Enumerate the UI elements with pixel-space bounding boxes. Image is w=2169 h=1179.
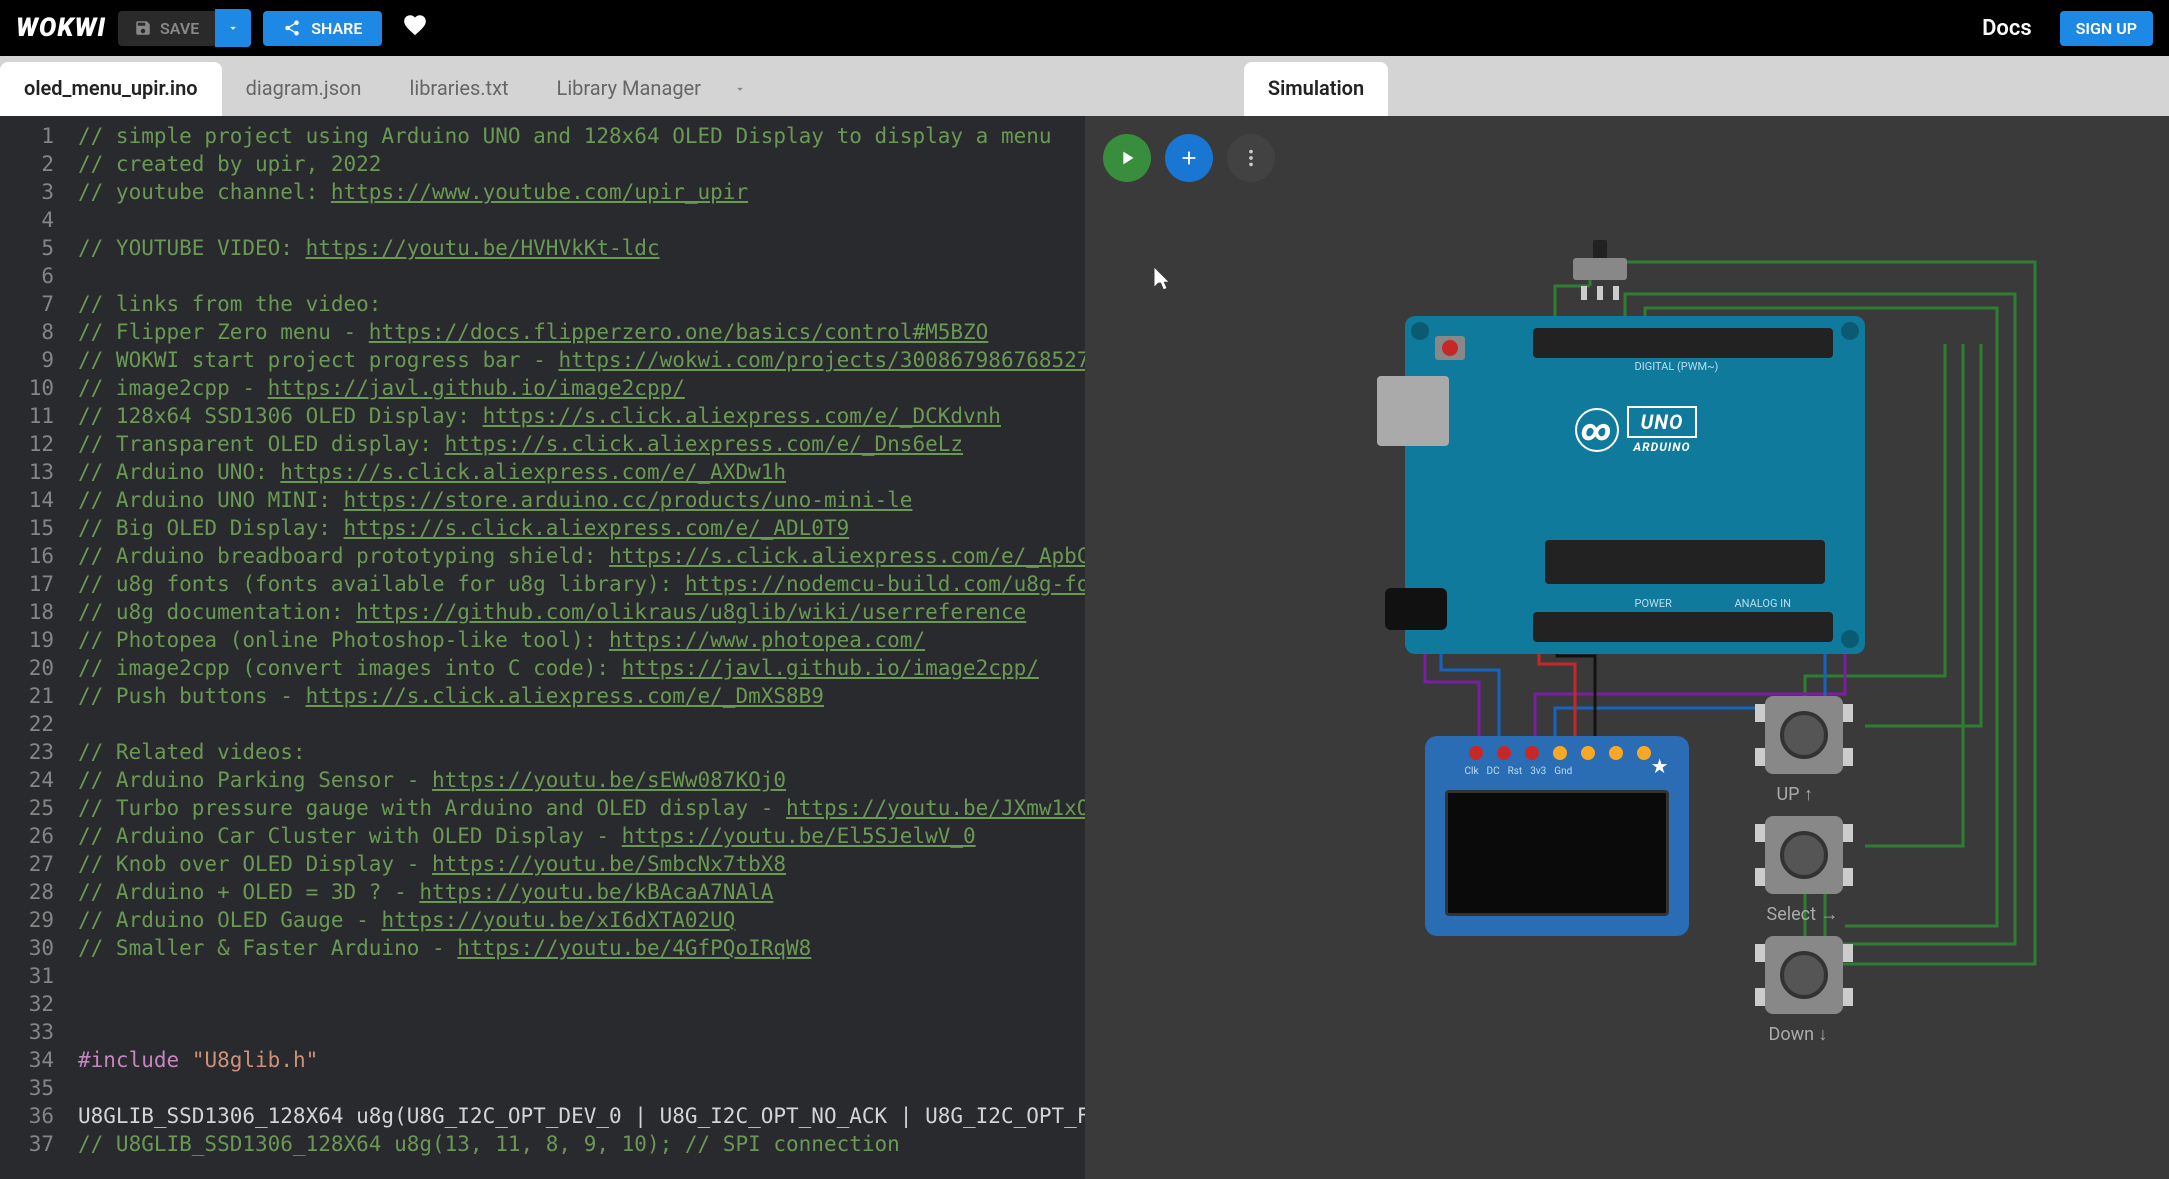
tab-library-manager[interactable]: Library Manager bbox=[533, 62, 725, 116]
arduino-uno-board[interactable]: DIGITAL (PWM~) UNO ARDUINO POWER ANALOG … bbox=[1405, 316, 1865, 654]
atmega-chip bbox=[1545, 540, 1825, 584]
button-up[interactable] bbox=[1765, 696, 1843, 774]
star-icon: ★ bbox=[1651, 754, 1669, 778]
run-button[interactable] bbox=[1103, 134, 1151, 182]
signup-button[interactable]: SIGN UP bbox=[2060, 11, 2153, 46]
like-button[interactable] bbox=[402, 12, 428, 45]
power-analog-header[interactable] bbox=[1533, 612, 1833, 642]
button-down[interactable] bbox=[1765, 936, 1843, 1014]
digital-header[interactable] bbox=[1533, 328, 1833, 358]
sim-controls bbox=[1103, 134, 1275, 182]
button-up-label: UP ↑ bbox=[1777, 784, 1814, 805]
usb-port bbox=[1377, 376, 1449, 446]
play-icon bbox=[1116, 147, 1138, 169]
add-part-button[interactable] bbox=[1165, 134, 1213, 182]
oled-screen bbox=[1445, 790, 1669, 916]
more-button[interactable] bbox=[1227, 134, 1275, 182]
save-icon bbox=[134, 19, 152, 37]
share-label: SHARE bbox=[311, 19, 362, 38]
more-vert-icon bbox=[1240, 147, 1262, 169]
main-area: 1234567891011121314151617181920212223242… bbox=[0, 116, 2169, 1179]
plus-icon bbox=[1178, 147, 1200, 169]
power-jack bbox=[1385, 588, 1447, 630]
tab-libraries[interactable]: libraries.txt bbox=[385, 62, 532, 116]
sim-canvas[interactable]: DIGITAL (PWM~) UNO ARDUINO POWER ANALOG … bbox=[1085, 116, 2169, 1179]
simulator-pane[interactable]: DIGITAL (PWM~) UNO ARDUINO POWER ANALOG … bbox=[1085, 116, 2169, 1179]
tab-diagram[interactable]: diagram.json bbox=[222, 62, 386, 116]
heart-icon bbox=[402, 12, 428, 38]
button-select-label: Select → bbox=[1767, 904, 1839, 925]
tab-simulation[interactable]: Simulation bbox=[1244, 62, 1388, 116]
save-dropdown[interactable] bbox=[215, 9, 251, 47]
button-down-label: Down ↓ bbox=[1769, 1024, 1828, 1045]
oled-pin-labels: ClkDCRst3v3Gnd bbox=[1465, 766, 1573, 777]
button-select[interactable] bbox=[1765, 816, 1843, 894]
reset-button[interactable] bbox=[1435, 336, 1465, 360]
save-group: SAVE bbox=[118, 9, 251, 47]
arduino-logo: UNO ARDUINO bbox=[1575, 406, 1698, 454]
caret-down-icon bbox=[226, 21, 240, 35]
wokwi-logo[interactable]: WOKWI bbox=[16, 13, 106, 43]
share-icon bbox=[283, 19, 301, 37]
code-editor[interactable]: 1234567891011121314151617181920212223242… bbox=[0, 116, 1085, 1179]
power-label: POWER bbox=[1635, 597, 1672, 610]
docs-link[interactable]: Docs bbox=[1982, 16, 2032, 41]
top-toolbar: WOKWI SAVE SHARE Docs SIGN UP bbox=[0, 0, 2169, 56]
tab-sketch[interactable]: oled_menu_upir.ino bbox=[0, 62, 222, 116]
tab-bar: oled_menu_upir.ino diagram.json librarie… bbox=[0, 56, 2169, 116]
analog-label: ANALOG IN bbox=[1735, 597, 1792, 610]
digital-label: DIGITAL (PWM~) bbox=[1635, 360, 1719, 373]
save-label: SAVE bbox=[160, 19, 199, 38]
oled-display[interactable]: ★ ClkDCRst3v3Gnd bbox=[1425, 736, 1689, 936]
slide-switch[interactable] bbox=[1573, 244, 1627, 292]
save-button: SAVE bbox=[118, 11, 215, 46]
code-lines[interactable]: // simple project using Arduino UNO and … bbox=[78, 122, 1085, 1179]
share-button[interactable]: SHARE bbox=[263, 11, 382, 46]
oled-pins bbox=[1469, 746, 1651, 760]
tab-dropdown-icon[interactable] bbox=[733, 82, 747, 96]
line-gutter: 1234567891011121314151617181920212223242… bbox=[0, 122, 78, 1179]
